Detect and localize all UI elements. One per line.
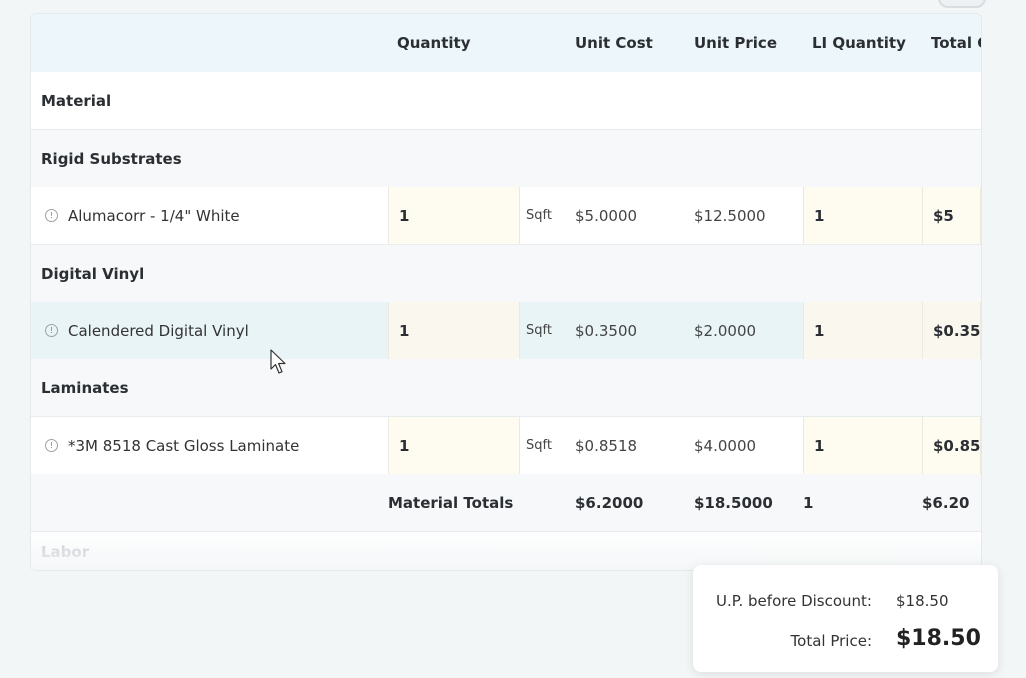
unit-label: Sqft [526,438,552,453]
table-row[interactable]: ! Calendered Digital Vinyl 1 Sqft $0.350… [31,302,981,360]
item-name-cell: ! Calendered Digital Vinyl [45,302,249,359]
group-row: Digital Vinyl [31,245,981,303]
section-label-labor: Labor [41,543,90,561]
item-name: *3M 8518 Cast Gloss Laminate [68,436,300,455]
unit-label: Sqft [526,208,552,223]
item-name-cell: ! *3M 8518 Cast Gloss Laminate [45,417,299,474]
unit-cost: $0.3500 [575,321,638,340]
total-cost-input[interactable]: $0.851 [922,417,981,474]
total-cost-input[interactable]: $5 [922,187,981,244]
unit-price: $2.0000 [694,321,757,340]
header-unit-price[interactable]: Unit Price [694,14,777,72]
section-row-material: Material [31,72,981,130]
unit-cost: $5.0000 [575,206,638,225]
up-before-discount-value: $18.50 [896,592,949,610]
page: Quantity Unit Cost Unit Price LI Quantit… [0,0,1026,678]
price-summary-card: U.P. before Discount: $18.50 Total Price… [693,565,998,672]
group-label: Digital Vinyl [41,264,145,283]
table-row[interactable]: ! Alumacorr - 1/4" White 1 Sqft $5.0000 … [31,187,981,245]
group-label: Rigid Substrates [41,149,182,168]
unit-price: $12.5000 [694,206,766,225]
info-icon[interactable]: ! [45,439,58,452]
totals-unit-cost: $6.2000 [575,493,644,512]
group-row: Laminates [31,359,981,417]
totals-li-quantity: 1 [803,493,814,512]
unit-cost: $0.8518 [575,436,638,455]
info-icon[interactable]: ! [45,209,58,222]
header-total-cost[interactable]: Total C [931,14,981,72]
total-price-label: Total Price: [790,632,872,650]
quantity-input[interactable]: 1 [388,302,520,359]
group-row: Rigid Substrates [31,130,981,188]
li-quantity-input[interactable]: 1 [803,187,923,244]
unit-price: $4.0000 [694,436,757,455]
up-before-discount-label: U.P. before Discount: [716,592,872,610]
li-quantity-input[interactable]: 1 [803,302,923,359]
header-unit-cost[interactable]: Unit Cost [575,14,653,72]
group-label: Laminates [41,378,129,397]
table-header: Quantity Unit Cost Unit Price LI Quantit… [31,14,981,73]
totals-row: Material Totals $6.2000 $18.5000 1 $6.20 [31,474,981,532]
total-cost-input[interactable]: $0.35 [922,302,981,359]
header-quantity[interactable]: Quantity [397,14,471,72]
info-icon[interactable]: ! [45,324,58,337]
totals-total-cost: $6.20 [922,493,970,512]
li-quantity-input[interactable]: 1 [803,417,923,474]
section-label: Material [41,91,112,110]
toggle-switch[interactable] [938,0,986,8]
unit-label: Sqft [526,323,552,338]
mouse-cursor-icon [270,349,286,374]
item-name: Alumacorr - 1/4" White [68,206,240,225]
table-row[interactable]: ! *3M 8518 Cast Gloss Laminate 1 Sqft $0… [31,417,981,475]
line-items-table: Quantity Unit Cost Unit Price LI Quantit… [30,13,982,571]
item-name: Calendered Digital Vinyl [68,321,249,340]
total-price-value: $18.50 [896,626,981,651]
item-name-cell: ! Alumacorr - 1/4" White [45,187,240,244]
quantity-input[interactable]: 1 [388,187,520,244]
totals-label: Material Totals [388,493,514,512]
header-li-quantity[interactable]: LI Quantity [812,14,906,72]
totals-unit-price: $18.5000 [694,493,773,512]
quantity-input[interactable]: 1 [388,417,520,474]
